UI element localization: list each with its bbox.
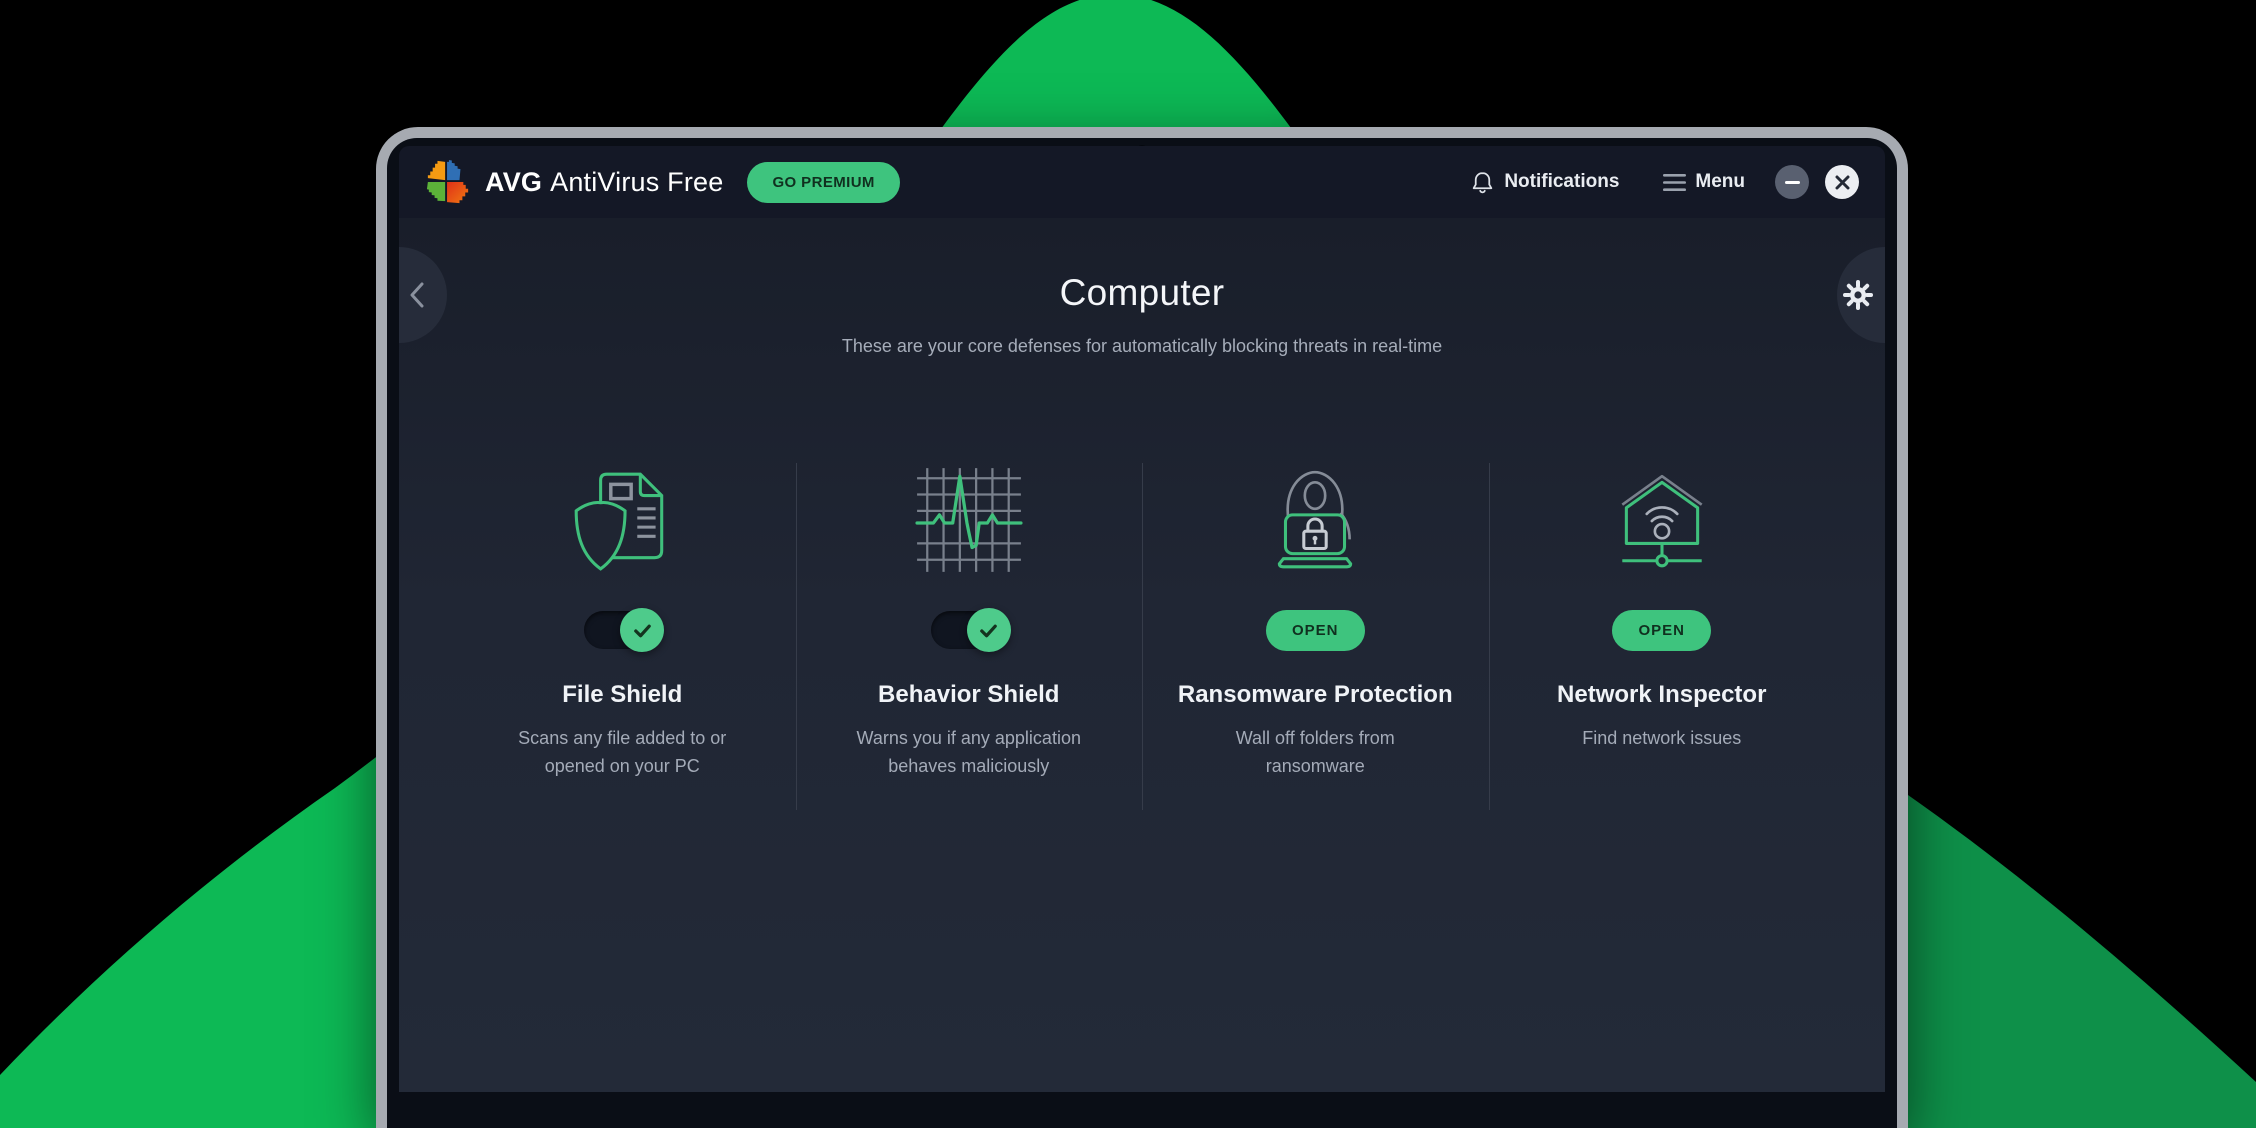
network-inspector-icon (1606, 463, 1718, 577)
shield-card-ransomware-protection: OPEN Ransomware Protection Wall off fold… (1142, 463, 1489, 810)
gear-icon (1841, 278, 1875, 312)
shield-description: Wall off folders from ransomware (1189, 724, 1441, 780)
app-titlebar: AVG AntiVirus Free GO PREMIUM Notificatio… (399, 146, 1885, 218)
menu-label: Menu (1695, 171, 1745, 193)
computer-page: Computer These are your core defenses fo… (399, 218, 1885, 1092)
ransomware-protection-open-button[interactable]: OPEN (1266, 610, 1365, 651)
shields-row: File Shield Scans any file added to or o… (449, 463, 1835, 810)
hamburger-icon (1663, 173, 1686, 192)
close-icon (1835, 175, 1850, 190)
page-subtitle: These are your core defenses for automat… (399, 336, 1885, 357)
behavior-shield-toggle[interactable] (931, 611, 1007, 649)
notifications-button[interactable]: Notifications (1470, 170, 1619, 195)
shield-card-network-inspector: OPEN Network Inspector Find network issu… (1489, 463, 1836, 810)
laptop-screen: AVG AntiVirus Free GO PREMIUM Notificatio… (387, 138, 1897, 1128)
brand-bold: AVG (485, 167, 542, 197)
avg-app-window: AVG AntiVirus Free GO PREMIUM Notificatio… (399, 146, 1885, 1092)
shield-description: Find network issues (1582, 724, 1741, 752)
minimize-button[interactable] (1775, 165, 1809, 199)
close-button[interactable] (1825, 165, 1859, 199)
notifications-label: Notifications (1504, 171, 1619, 193)
shield-card-file-shield: File Shield Scans any file added to or o… (449, 463, 796, 810)
go-premium-button[interactable]: GO PREMIUM (747, 162, 899, 203)
app-title: AVG AntiVirus Free (485, 167, 723, 198)
page-title: Computer (399, 272, 1885, 314)
settings-button[interactable] (1837, 247, 1885, 343)
shield-title: Network Inspector (1557, 681, 1766, 709)
chevron-left-icon (409, 282, 425, 308)
toggle-knob-check-icon (967, 608, 1011, 652)
desktop-background: AVG AntiVirus Free GO PREMIUM Notificatio… (0, 0, 2256, 1128)
behavior-shield-icon (913, 463, 1025, 577)
laptop-frame: AVG AntiVirus Free GO PREMIUM Notificatio… (376, 127, 1908, 1128)
shield-title: File Shield (562, 681, 682, 709)
ransomware-protection-icon (1259, 463, 1371, 577)
shield-card-behavior-shield: Behavior Shield Warns you if any applica… (796, 463, 1143, 810)
file-shield-icon (566, 463, 678, 577)
shield-description: Warns you if any application behaves mal… (843, 724, 1095, 780)
toggle-knob-check-icon (620, 608, 664, 652)
back-nav-button[interactable] (399, 247, 447, 343)
shield-description: Scans any file added to or opened on you… (496, 724, 748, 780)
shield-title: Ransomware Protection (1178, 681, 1453, 709)
menu-button[interactable]: Menu (1663, 171, 1745, 193)
brand-rest: AntiVirus Free (550, 167, 723, 197)
minimize-icon (1785, 181, 1800, 184)
bell-icon (1470, 170, 1495, 195)
avg-logo-icon (425, 159, 471, 205)
file-shield-toggle[interactable] (584, 611, 660, 649)
network-inspector-open-button[interactable]: OPEN (1612, 610, 1711, 651)
shield-title: Behavior Shield (878, 681, 1059, 709)
